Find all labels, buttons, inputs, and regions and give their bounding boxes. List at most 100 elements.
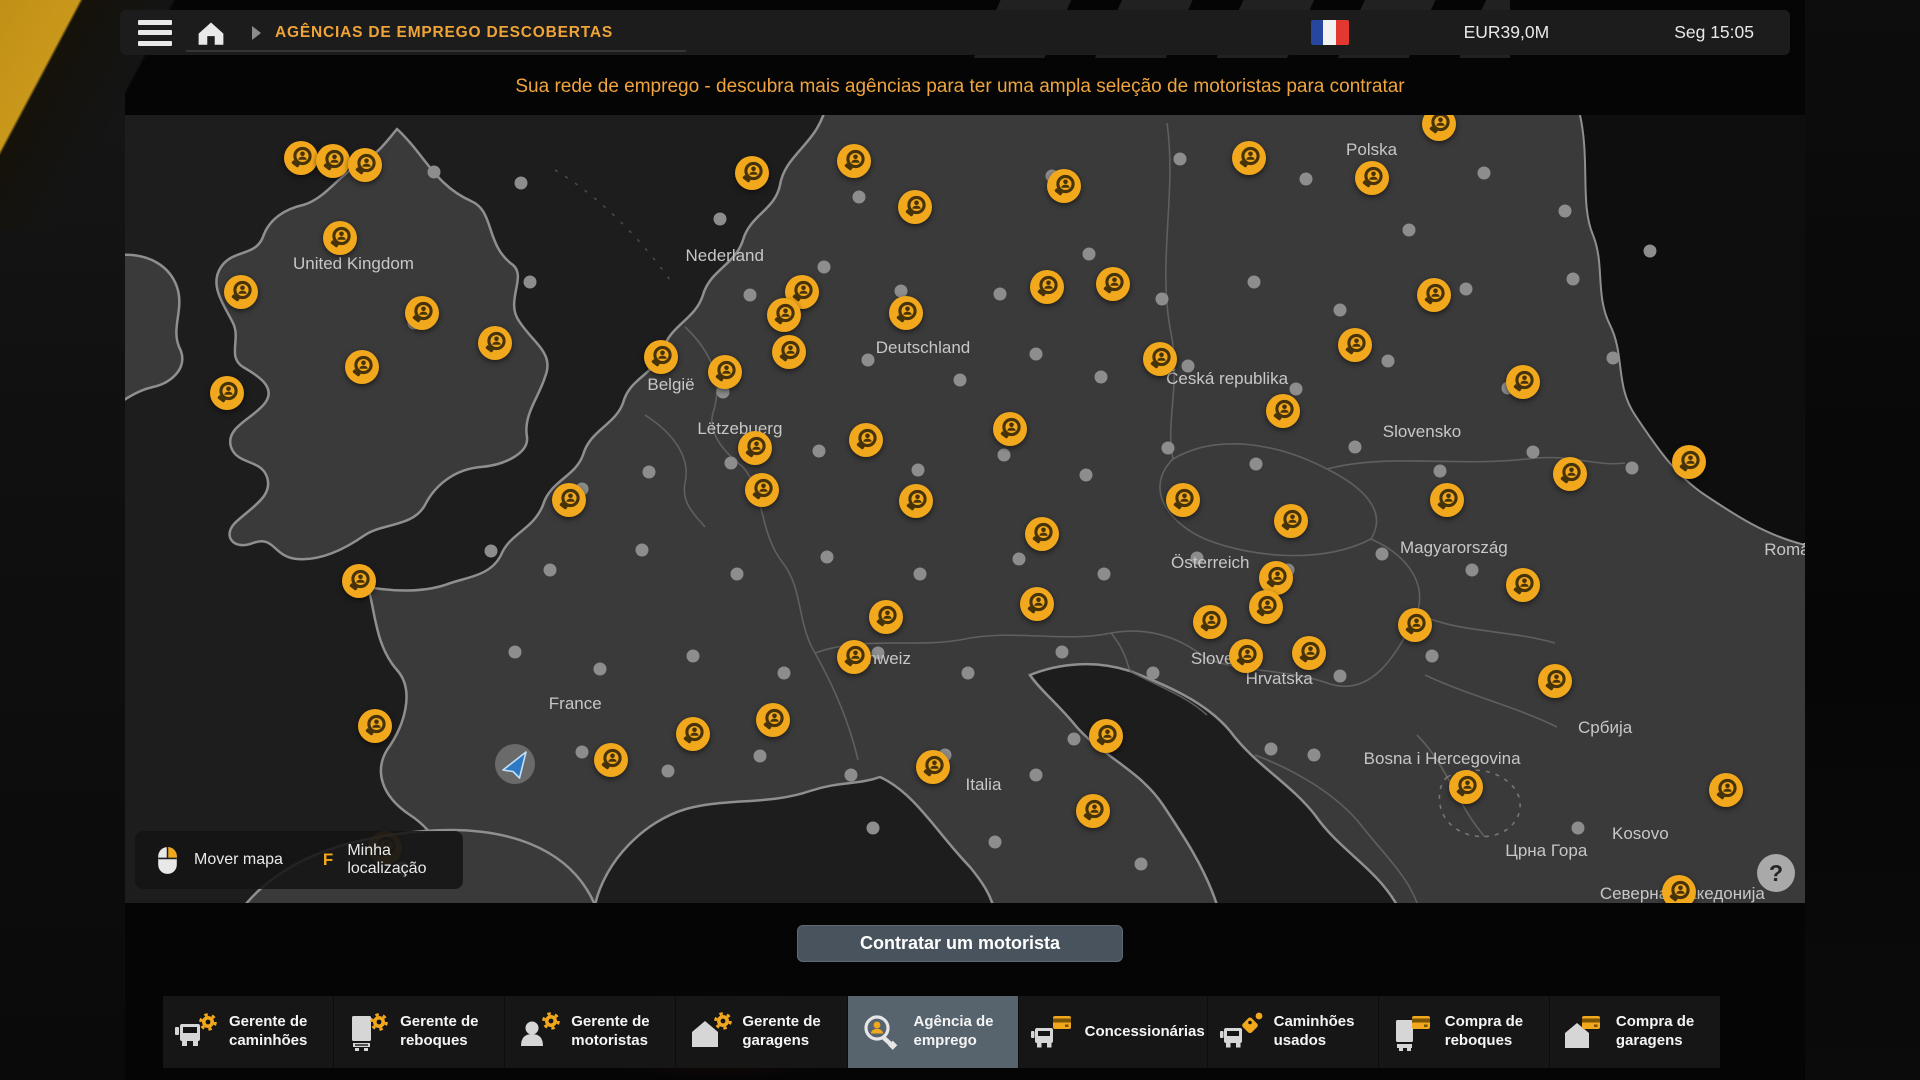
agency-marker[interactable] bbox=[1248, 589, 1284, 625]
city-dot bbox=[989, 836, 1002, 849]
agency-marker[interactable] bbox=[1448, 769, 1484, 805]
tab-employment-agency[interactable]: Agência de emprego bbox=[848, 996, 1019, 1068]
agency-marker[interactable] bbox=[1019, 586, 1055, 622]
city-dot bbox=[866, 822, 879, 835]
agency-marker[interactable] bbox=[737, 430, 773, 466]
agency-marker[interactable] bbox=[344, 349, 380, 385]
agency-marker[interactable] bbox=[643, 339, 679, 375]
agency-marker[interactable] bbox=[1671, 444, 1707, 480]
country-label: Magyarország bbox=[1400, 538, 1508, 558]
trailer-manager-icon bbox=[344, 1012, 390, 1052]
tab-truck-manager[interactable]: Gerente de caminhões bbox=[163, 996, 334, 1068]
tab-label: Agência de emprego bbox=[914, 1013, 1008, 1051]
agency-marker[interactable] bbox=[1291, 635, 1327, 671]
agency-marker[interactable] bbox=[1046, 168, 1082, 204]
hire-driver-button[interactable]: Contratar um motorista bbox=[797, 925, 1123, 962]
country-label: România bbox=[1764, 540, 1805, 560]
agency-marker[interactable] bbox=[1165, 482, 1201, 518]
city-dot bbox=[686, 650, 699, 663]
agency-marker[interactable] bbox=[1505, 567, 1541, 603]
agency-marker[interactable] bbox=[1231, 140, 1267, 176]
city-dot bbox=[1333, 670, 1346, 683]
agency-marker[interactable] bbox=[1416, 277, 1452, 313]
agency-marker[interactable] bbox=[404, 295, 440, 331]
city-dot bbox=[1247, 276, 1260, 289]
city-dot bbox=[713, 213, 726, 226]
agency-marker[interactable] bbox=[897, 189, 933, 225]
agency-marker[interactable] bbox=[209, 375, 245, 411]
city-dot bbox=[1567, 272, 1580, 285]
agency-marker[interactable] bbox=[315, 143, 351, 179]
agency-marker[interactable] bbox=[888, 295, 924, 331]
agency-marker[interactable] bbox=[848, 422, 884, 458]
agency-marker[interactable] bbox=[1273, 503, 1309, 539]
city-dot bbox=[994, 287, 1007, 300]
agency-marker[interactable] bbox=[1429, 482, 1465, 518]
agency-marker[interactable] bbox=[322, 220, 358, 256]
menu-icon[interactable] bbox=[138, 20, 172, 46]
agency-marker[interactable] bbox=[1505, 364, 1541, 400]
agency-marker[interactable] bbox=[223, 274, 259, 310]
help-button[interactable]: ? bbox=[1757, 854, 1795, 892]
agency-marker[interactable] bbox=[1537, 663, 1573, 699]
agency-marker[interactable] bbox=[836, 143, 872, 179]
tab-buy-trailers[interactable]: Compra de reboques bbox=[1379, 996, 1550, 1068]
agency-marker[interactable] bbox=[1265, 393, 1301, 429]
agency-marker[interactable] bbox=[1228, 638, 1264, 674]
agency-marker[interactable] bbox=[1552, 456, 1588, 492]
breadcrumb-arrow-icon bbox=[252, 26, 261, 40]
city-dot bbox=[844, 769, 857, 782]
tab-buy-garages[interactable]: Compra de garagens bbox=[1550, 996, 1720, 1068]
agency-marker[interactable] bbox=[766, 297, 802, 333]
agency-marker[interactable] bbox=[1142, 341, 1178, 377]
player-location-marker bbox=[494, 743, 536, 785]
agency-marker[interactable] bbox=[771, 334, 807, 370]
agency-marker[interactable] bbox=[868, 599, 904, 635]
agency-marker[interactable] bbox=[1337, 327, 1373, 363]
city-dot bbox=[1625, 462, 1638, 475]
agency-marker[interactable] bbox=[1088, 718, 1124, 754]
agency-marker[interactable] bbox=[1661, 874, 1697, 903]
city-dot bbox=[515, 176, 528, 189]
agency-marker[interactable] bbox=[744, 472, 780, 508]
agency-marker[interactable] bbox=[755, 702, 791, 738]
agency-marker[interactable] bbox=[1192, 604, 1228, 640]
agency-marker[interactable] bbox=[1397, 607, 1433, 643]
agency-marker[interactable] bbox=[1024, 516, 1060, 552]
map-controls: Mover mapa F Minha localização bbox=[135, 831, 463, 889]
city-dot bbox=[911, 464, 924, 477]
agency-marker[interactable] bbox=[707, 354, 743, 390]
city-dot bbox=[962, 666, 975, 679]
agency-marker[interactable] bbox=[1075, 793, 1111, 829]
agency-marker[interactable] bbox=[341, 563, 377, 599]
agency-marker[interactable] bbox=[551, 482, 587, 518]
agency-marker[interactable] bbox=[1029, 269, 1065, 305]
agency-marker[interactable] bbox=[283, 140, 319, 176]
home-icon[interactable] bbox=[196, 20, 226, 46]
tab-garage-manager[interactable]: Gerente de garagens bbox=[676, 996, 847, 1068]
europe-map[interactable]: United KingdomNederlandDeutschlandBelgië… bbox=[125, 115, 1805, 903]
agency-marker[interactable] bbox=[836, 639, 872, 675]
tab-label: Compra de garagens bbox=[1616, 1013, 1710, 1051]
city-dot bbox=[997, 449, 1010, 462]
agency-marker[interactable] bbox=[1095, 266, 1131, 302]
agency-marker[interactable] bbox=[915, 749, 951, 785]
agency-marker[interactable] bbox=[1421, 115, 1457, 142]
agency-marker[interactable] bbox=[675, 716, 711, 752]
agency-marker[interactable] bbox=[1354, 160, 1390, 196]
agency-marker[interactable] bbox=[477, 325, 513, 361]
city-dot bbox=[1300, 172, 1313, 185]
agency-marker[interactable] bbox=[593, 742, 629, 778]
tab-used-trucks[interactable]: Caminhões usados bbox=[1208, 996, 1379, 1068]
tab-trailer-manager[interactable]: Gerente de reboques bbox=[334, 996, 505, 1068]
city-dot bbox=[1466, 564, 1479, 577]
agency-marker[interactable] bbox=[734, 155, 770, 191]
garage-manager-icon bbox=[686, 1012, 732, 1052]
agency-marker[interactable] bbox=[1708, 772, 1744, 808]
agency-marker[interactable] bbox=[357, 708, 393, 744]
agency-marker[interactable] bbox=[898, 483, 934, 519]
tab-dealerships[interactable]: Concessionárias bbox=[1019, 996, 1208, 1068]
tab-driver-manager[interactable]: Gerente de motoristas bbox=[505, 996, 676, 1068]
agency-marker[interactable] bbox=[347, 147, 383, 183]
agency-marker[interactable] bbox=[992, 411, 1028, 447]
